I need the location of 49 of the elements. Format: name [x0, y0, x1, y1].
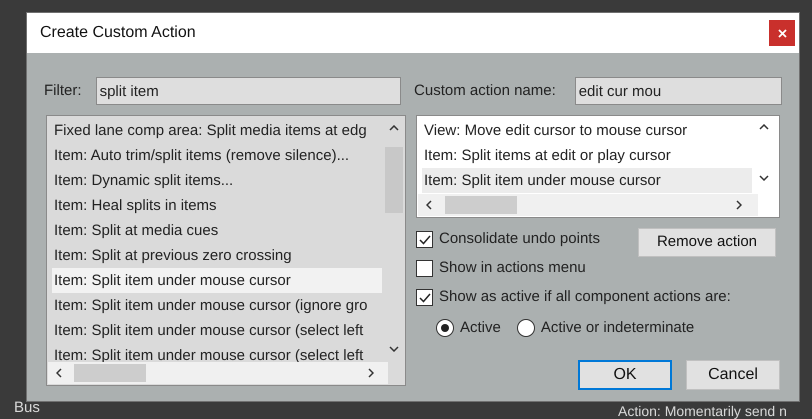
track-label: Bus — [14, 398, 40, 418]
list-item[interactable]: Item: Split item under mouse cursor (select left — [52, 318, 382, 343]
checkbox-option[interactable]: Consolidate undo points — [416, 228, 600, 251]
list-item[interactable]: Item: Split at previous zero crossing — [52, 243, 382, 268]
list-item[interactable]: Item: Split item under mouse cursor — [422, 168, 752, 193]
scroll-down-icon — [759, 175, 769, 181]
remove-action-button[interactable]: Remove action — [638, 228, 776, 257]
horizontal-scrollbar[interactable] — [418, 194, 758, 216]
filter-label: Filter: — [44, 80, 82, 101]
name-field[interactable]: edit cur mou — [574, 77, 782, 105]
list-item[interactable]: Fixed lane comp area: Split media items at edg — [52, 118, 382, 143]
scroll-right-icon — [736, 200, 742, 210]
list-item[interactable]: Item: Split at media cues — [52, 218, 382, 243]
list-item[interactable]: Item: Split items at edit or play cursor — [422, 143, 752, 168]
action-text: Action: Momentarily send n — [618, 402, 787, 419]
window-title: Create Custom Action — [40, 23, 196, 43]
list-item[interactable]: Item: Auto trim/split items (remove silence)... — [52, 143, 382, 168]
radio-option[interactable]: Active — [436, 317, 501, 340]
scroll-up-icon — [759, 124, 769, 130]
close-icon — [778, 28, 786, 38]
dialog-button[interactable]: OK — [578, 360, 672, 390]
list-item[interactable]: Item: Split item under mouse cursor (select left — [52, 343, 382, 364]
check-icon — [418, 292, 430, 302]
radio-option[interactable]: Active or indeterminate — [516, 317, 694, 340]
checkbox[interactable] — [416, 260, 433, 277]
scroll-right-icon — [368, 368, 374, 378]
radio-button[interactable] — [436, 319, 454, 338]
checkbox-option[interactable]: Show as active if all component actions are: — [416, 286, 731, 309]
checkbox[interactable] — [416, 289, 433, 306]
check-icon — [418, 234, 430, 244]
scroll-up-icon — [389, 125, 399, 131]
list-item[interactable]: Item: Split item under mouse cursor — [52, 268, 382, 293]
scroll-left-icon — [426, 200, 432, 210]
close-button[interactable] — [769, 20, 795, 46]
checkbox[interactable] — [416, 231, 433, 248]
list-item[interactable]: Item: Split item under mouse cursor (ignore gro — [52, 293, 382, 318]
radio-button[interactable] — [516, 319, 535, 338]
scroll-down-icon — [389, 346, 399, 352]
dialog-button[interactable]: Cancel — [686, 360, 780, 390]
scrollbar-thumb[interactable] — [445, 196, 517, 214]
horizontal-scrollbar[interactable] — [48, 362, 388, 384]
checkbox-option[interactable]: Show in actions menu — [416, 257, 586, 280]
list-item[interactable]: Item: Heal splits in items — [52, 193, 382, 218]
scroll-left-icon — [56, 368, 62, 378]
list-item[interactable]: Item: Dynamic split items... — [52, 168, 382, 193]
list-item[interactable]: View: Move edit cursor to mouse cursor — [422, 118, 752, 143]
scrollbar-thumb[interactable] — [74, 364, 146, 382]
filter-field[interactable]: split item — [96, 77, 402, 105]
name-label: Custom action name: — [414, 80, 557, 101]
